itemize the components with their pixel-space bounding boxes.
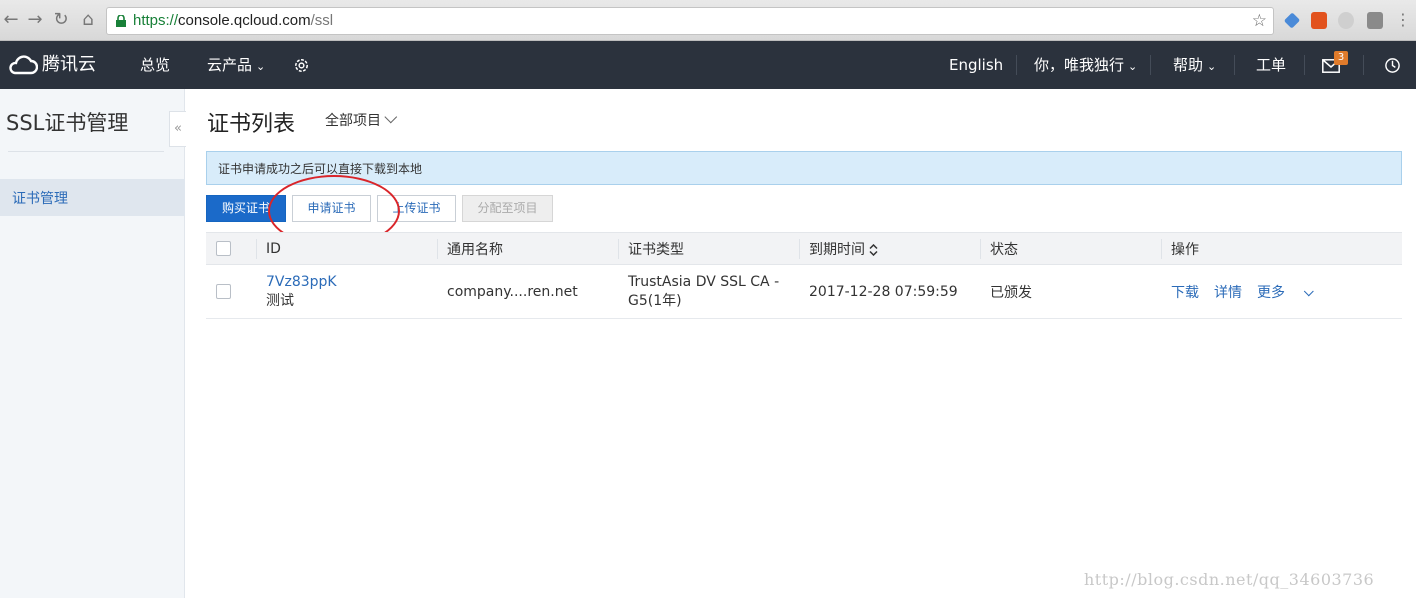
- select-all-checkbox[interactable]: [216, 241, 231, 256]
- user-menu[interactable]: 你，唯我独行 ⌄: [1034, 41, 1137, 89]
- nav-divider: [1016, 55, 1017, 75]
- extension-icon[interactable]: [1367, 12, 1383, 29]
- row-checkbox[interactable]: [216, 284, 231, 299]
- office-extension-icon[interactable]: [1311, 12, 1327, 29]
- extension-icon[interactable]: [1283, 12, 1301, 29]
- notice-text: 证书申请成功之后可以直接下载到本地: [218, 162, 423, 176]
- assign-project-button[interactable]: 分配至项目: [462, 195, 553, 222]
- sidebar-item-cert-management[interactable]: 证书管理: [0, 179, 185, 216]
- sort-icon[interactable]: [869, 243, 878, 256]
- row-select-cell: [206, 264, 256, 319]
- nav-divider: [1234, 55, 1235, 75]
- cert-id-cell: 7Vz83ppK 测试: [256, 264, 437, 319]
- cert-type-cell: TrustAsia DV SSL CA - G5(1年): [618, 264, 799, 319]
- sidebar-item-label: 证书管理: [12, 191, 68, 207]
- nav-divider: [1304, 55, 1305, 75]
- project-filter-dropdown[interactable]: 全部项目: [325, 110, 398, 130]
- info-notice: 证书申请成功之后可以直接下载到本地: [206, 151, 1402, 185]
- brand-name[interactable]: 腾讯云: [42, 41, 96, 89]
- nav-products[interactable]: 云产品 ⌄: [207, 41, 265, 89]
- column-header-actions: 操作: [1161, 232, 1402, 265]
- chevron-down-icon: ⌄: [1128, 60, 1138, 73]
- ticket-link[interactable]: 工单: [1256, 41, 1286, 89]
- language-switch[interactable]: English: [949, 41, 1003, 89]
- reload-icon[interactable]: ↻: [50, 8, 72, 32]
- column-header-id: ID: [256, 232, 437, 265]
- url-text: https://console.qcloud.com/ssl: [133, 12, 334, 29]
- address-bar[interactable]: https://console.qcloud.com/ssl ☆: [106, 7, 1274, 35]
- browser-toolbar: ← → ↻ ⌂ https://console.qcloud.com/ssl ☆…: [0, 0, 1416, 41]
- forward-icon[interactable]: →: [24, 8, 46, 32]
- nav-divider: [1363, 55, 1364, 75]
- sidebar-divider: [8, 151, 164, 152]
- sidebar-title: SSL证书管理: [6, 111, 129, 135]
- page-title: 证书列表: [207, 112, 296, 137]
- collapse-sidebar-icon[interactable]: «: [169, 111, 186, 147]
- chevron-down-icon: ⌄: [1207, 60, 1217, 73]
- chevron-down-icon: [384, 110, 398, 124]
- chevron-down-icon: ⌄: [256, 60, 266, 73]
- history-clock-icon[interactable]: [1384, 57, 1401, 74]
- common-name-cell: company....ren.net: [437, 264, 618, 319]
- watermark: http://blog.csdn.net/qq_34603736: [1084, 570, 1375, 589]
- column-header-common-name: 通用名称: [437, 232, 618, 265]
- column-header-type: 证书类型: [618, 232, 799, 265]
- nav-divider: [1150, 55, 1151, 75]
- more-dropdown[interactable]: 更多: [1257, 285, 1328, 301]
- expires-cell: 2017-12-28 07:59:59: [799, 264, 980, 319]
- actions-cell: 下载 详情 更多: [1161, 264, 1402, 319]
- table-row: 7Vz83ppK 测试 company....ren.net TrustAsia…: [206, 264, 1402, 319]
- menu-kebab-icon[interactable]: ⋮: [1392, 8, 1414, 32]
- message-count-badge: 3: [1334, 51, 1348, 65]
- column-header-status: 状态: [980, 232, 1161, 265]
- cert-type-line: TrustAsia DV SSL CA -: [628, 273, 780, 290]
- chevron-down-icon: [1303, 285, 1314, 296]
- table-header-row: ID 通用名称 证书类型 到期时间 状态 操作: [206, 232, 1402, 265]
- lock-icon: [116, 15, 126, 27]
- download-link[interactable]: 下载: [1171, 285, 1199, 301]
- cloud-logo-icon: [9, 55, 38, 75]
- nav-overview[interactable]: 总览: [140, 41, 170, 89]
- gear-icon[interactable]: [292, 56, 311, 75]
- extension-icon[interactable]: [1338, 12, 1354, 29]
- bookmark-star-icon[interactable]: ☆: [1252, 11, 1267, 31]
- sidebar: SSL证书管理 证书管理: [0, 89, 185, 598]
- cert-id-link[interactable]: 7Vz83ppK: [266, 274, 437, 290]
- status-cell: 已颁发: [980, 264, 1161, 319]
- home-icon[interactable]: ⌂: [77, 8, 99, 32]
- help-menu[interactable]: 帮助 ⌄: [1173, 41, 1216, 89]
- detail-link[interactable]: 详情: [1214, 285, 1242, 301]
- select-all-cell: [206, 232, 256, 265]
- certificate-table: ID 通用名称 证书类型 到期时间 状态 操作 7Vz83ppK 测试 comp…: [206, 232, 1402, 319]
- cert-note: 测试: [266, 292, 294, 309]
- top-navigation: 腾讯云 总览 云产品 ⌄ English 你，唯我独行 ⌄ 帮助 ⌄ 工单: [0, 41, 1416, 89]
- column-header-expires[interactable]: 到期时间: [799, 232, 980, 265]
- cert-type-line: G5(1年): [628, 292, 682, 309]
- back-icon[interactable]: ←: [0, 8, 22, 32]
